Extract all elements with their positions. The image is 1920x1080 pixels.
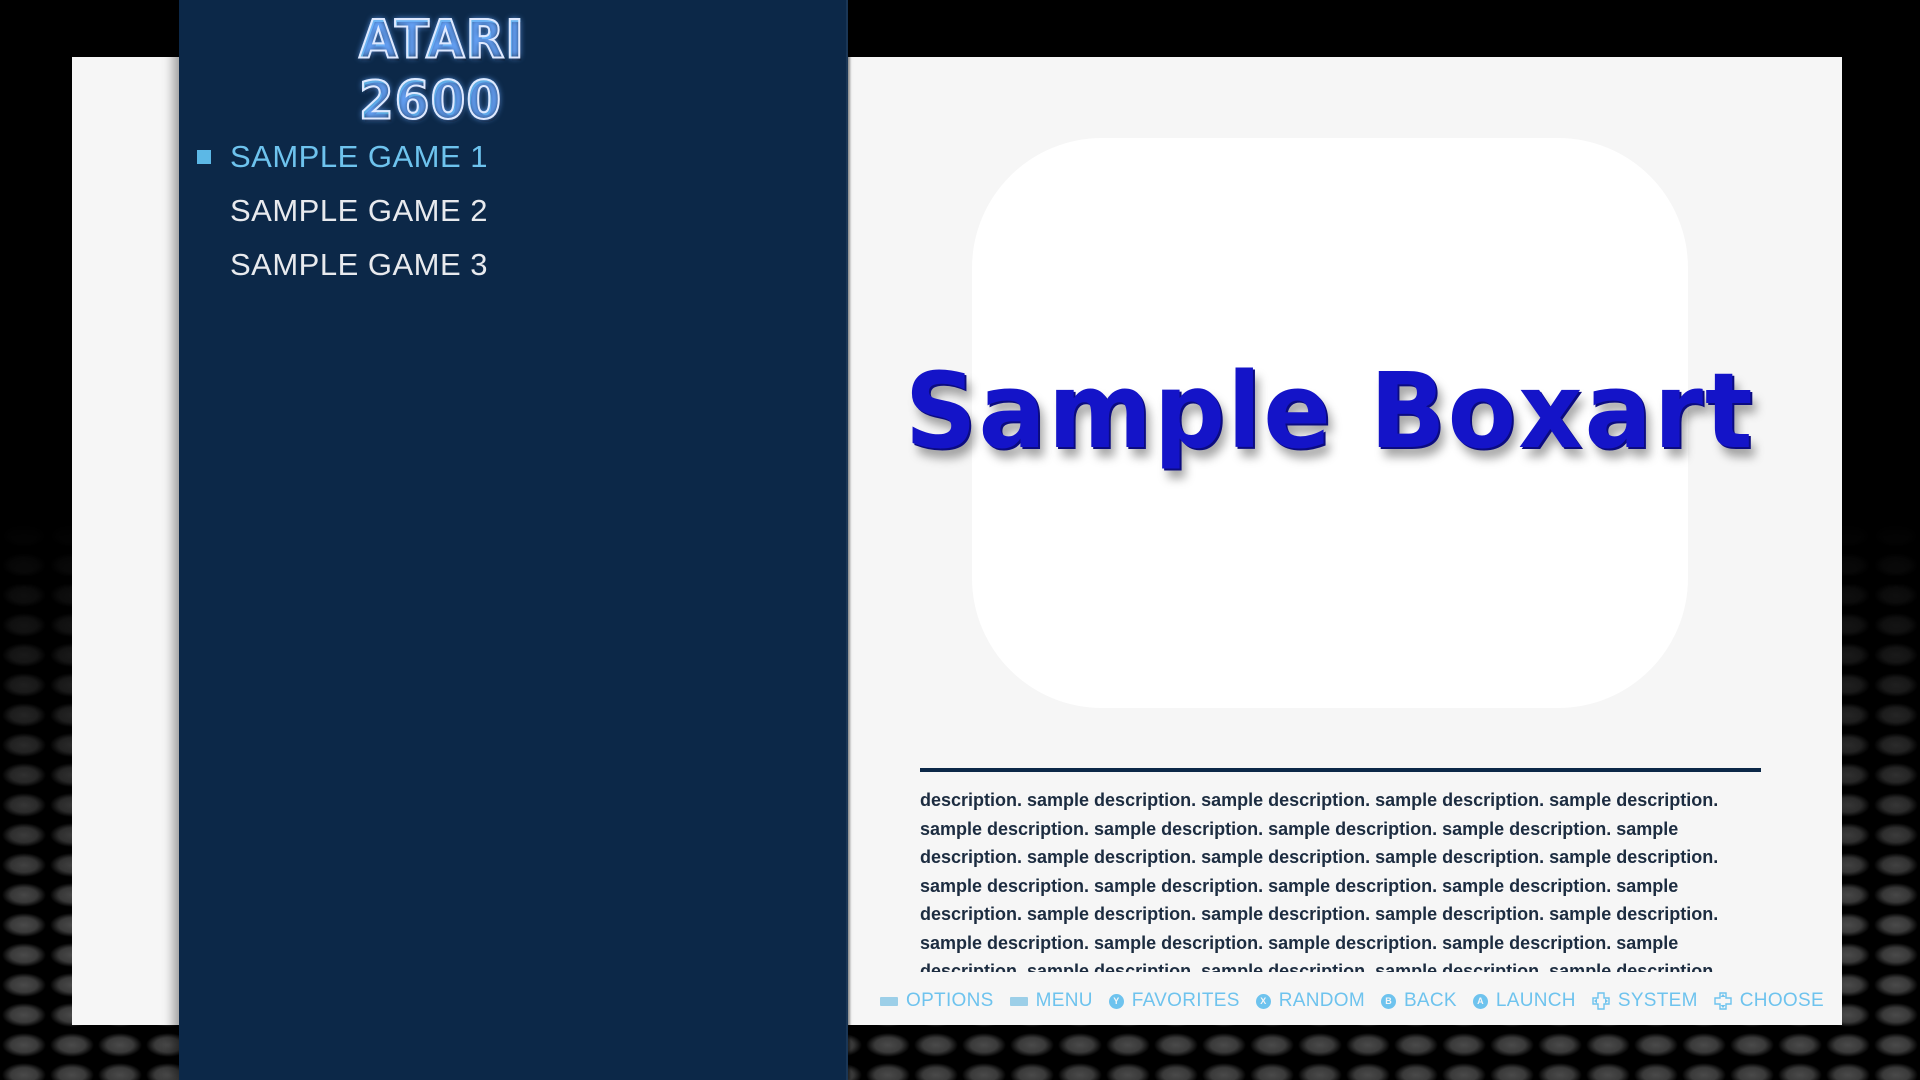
help-item-launch: A LAUNCH <box>1472 990 1576 1012</box>
help-item-choose: CHOOSE <box>1714 990 1824 1012</box>
b-button-icon: B <box>1380 993 1396 1009</box>
game-title: SAMPLE GAME 3 <box>230 247 489 282</box>
dpad-up-down-icon <box>1714 992 1732 1010</box>
boxart-text: Sample Boxart <box>905 350 1755 472</box>
help-item-back: B BACK <box>1380 990 1457 1012</box>
help-bar: OPTIONS MENU Y FAVORITES X RANDOM B BACK… <box>880 986 1824 1016</box>
start-button-icon <box>1009 996 1028 1006</box>
game-list-item[interactable]: SAMPLE GAME 2 <box>179 184 846 238</box>
game-boxart: Sample Boxart <box>905 138 1753 708</box>
description-divider <box>920 768 1761 772</box>
game-list-item[interactable]: SAMPLE GAME 1 <box>179 130 846 184</box>
help-item-menu: MENU <box>1009 990 1093 1012</box>
game-list-sidebar: ATARI 2600 SAMPLE GAME 1 SAMPLE GAME 2 S… <box>179 0 848 1080</box>
game-title: SAMPLE GAME 2 <box>230 193 489 228</box>
a-button-icon: A <box>1472 993 1488 1009</box>
selection-marker-icon <box>197 150 211 164</box>
game-description: description. sample description. sample … <box>920 790 1719 972</box>
game-title: SAMPLE GAME 1 <box>230 139 489 174</box>
x-button-icon: X <box>1255 993 1271 1009</box>
help-item-favorites: Y FAVORITES <box>1108 990 1240 1012</box>
game-list-item[interactable]: SAMPLE GAME 3 <box>179 238 846 292</box>
system-logo: ATARI 2600 <box>358 8 659 132</box>
help-item-system: SYSTEM <box>1592 990 1698 1012</box>
system-logo-text: ATARI 2600 <box>358 8 659 132</box>
help-item-random: X RANDOM <box>1255 990 1365 1012</box>
help-item-options: OPTIONS <box>880 990 994 1012</box>
select-button-icon <box>880 996 898 1006</box>
game-list: SAMPLE GAME 1 SAMPLE GAME 2 SAMPLE GAME … <box>179 130 846 292</box>
dpad-left-right-icon <box>1592 992 1610 1010</box>
y-button-icon: Y <box>1108 993 1124 1009</box>
